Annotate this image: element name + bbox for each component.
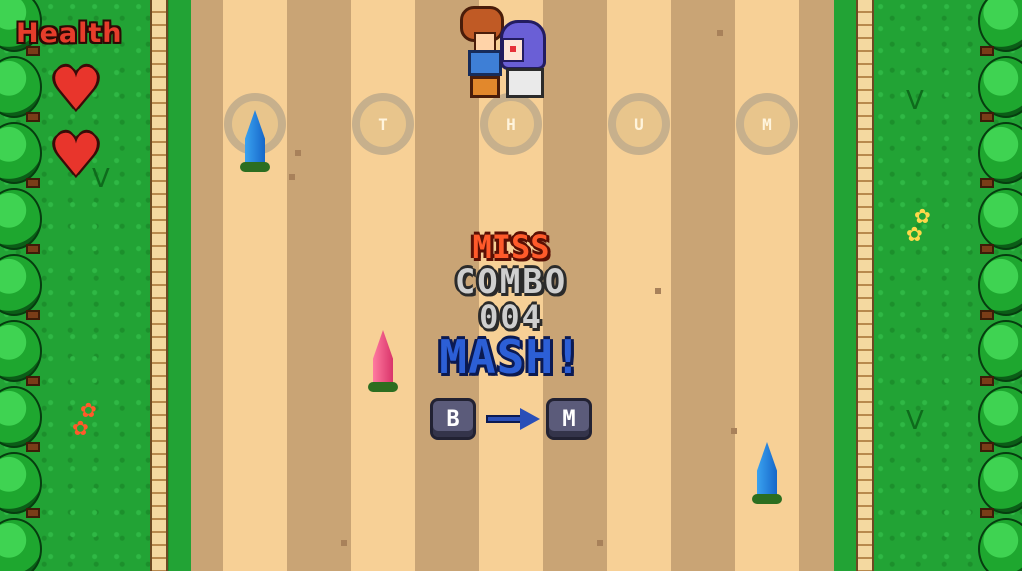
tree-trunk [26, 178, 40, 188]
tree-bush [978, 122, 1022, 184]
tree-bush [978, 0, 1022, 52]
tree-trunk [980, 508, 994, 518]
tree-trunk [26, 112, 40, 122]
dirt-speck [717, 30, 723, 36]
tree-trunk [26, 442, 40, 452]
combo-label: COMBO [454, 262, 568, 302]
target-ring-3: H [480, 93, 542, 155]
key-to: M [546, 398, 592, 440]
tree-bush [978, 386, 1022, 448]
note-gem-blue [752, 442, 782, 504]
ring-letter: T [378, 114, 388, 134]
note-gem-base [752, 494, 782, 504]
heart-icon: ♥ [50, 121, 102, 189]
tree-bush [978, 518, 1022, 571]
tree-bush [0, 122, 42, 184]
target-ring-2: T [352, 93, 414, 155]
ring-letter: M [762, 114, 772, 134]
tree-trunk [980, 46, 994, 56]
dirt-speck [289, 174, 295, 180]
note-gem-blue [240, 110, 270, 172]
player-characters [456, 2, 556, 102]
tree-trunk [26, 508, 40, 518]
tree-trunk [980, 112, 994, 122]
arrow-right-icon [484, 408, 544, 430]
tree-bush [0, 386, 42, 448]
tree-bush [978, 56, 1022, 118]
ring-letter: H [506, 114, 516, 134]
note-gem-base [240, 162, 270, 172]
dirt-speck [341, 540, 347, 546]
tree-bush [978, 452, 1022, 514]
flower-icon: ✿ [72, 416, 89, 440]
tree-bush [0, 56, 42, 118]
tree-trunk [980, 178, 994, 188]
health-label: Health [16, 18, 123, 49]
heart-icon: ♥ [50, 55, 102, 123]
mash-prompt-text: MASH! [439, 330, 583, 384]
dirt-speck [731, 428, 737, 434]
tree-bush [0, 518, 42, 571]
key-from: B [430, 398, 476, 440]
target-ring-4: U [608, 93, 670, 155]
grass-sprout-icon: V [906, 86, 924, 116]
note-gem-body [245, 110, 265, 162]
tree-bush [0, 452, 42, 514]
ring-letter: U [634, 114, 644, 134]
grass-sprout-icon: V [906, 406, 924, 436]
tree-trunk [980, 442, 994, 452]
target-ring-5: M [736, 93, 798, 155]
game-screen: T H U M ✿ ✿ ✿ ✿ V V V Health ♥ ♥ MISS CO… [0, 0, 1022, 571]
judgement-text: MISS [472, 228, 550, 266]
note-gem-body [757, 442, 777, 494]
dirt-speck [597, 540, 603, 546]
dirt-speck [295, 150, 301, 156]
